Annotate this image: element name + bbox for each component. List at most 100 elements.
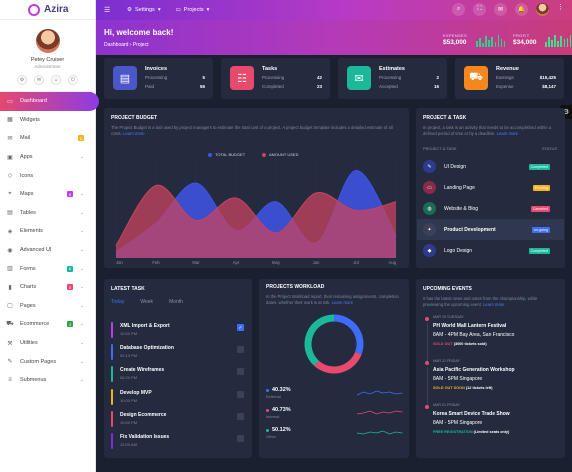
task-checkbox[interactable] bbox=[237, 368, 244, 376]
projects-menu[interactable]: ▭ Projects ▾ bbox=[176, 7, 210, 13]
stat-card-estimates[interactable]: ✉ Estimates Processing 2 Accepted 16 bbox=[338, 58, 447, 99]
sidebar-item-label: Submenus bbox=[20, 377, 47, 384]
event-note-tag: FREE REGISTRATION bbox=[433, 430, 473, 434]
sidebar-item-maps[interactable]: ⌖ Maps 8 ⌄ bbox=[0, 185, 95, 204]
sidebar-item-custom-pages[interactable]: ✎ Custom Pages ⌄ bbox=[0, 352, 95, 371]
icons-icon: ◇ bbox=[7, 173, 13, 180]
settings-label: Settings bbox=[134, 7, 155, 13]
x-tick-label: Jul bbox=[353, 260, 358, 265]
sidebar-item-label: Charts bbox=[20, 284, 37, 291]
sidebar-item-ecommerce[interactable]: ⛟ Ecommerce 3 ⌄ bbox=[0, 315, 95, 334]
list-item: Database Optimization 02:13 PM bbox=[111, 343, 244, 363]
projects-label: Projects bbox=[183, 7, 204, 13]
sidebar-item-label: Apps bbox=[20, 154, 33, 161]
stat-row-value: $8,147 bbox=[542, 84, 556, 89]
donut-slice-external bbox=[333, 314, 364, 355]
task-checkbox[interactable] bbox=[237, 412, 244, 420]
mail-icon[interactable]: ✉ bbox=[34, 75, 44, 85]
sidebar-badge: 3 bbox=[67, 321, 73, 328]
user-icon[interactable]: ☺ bbox=[51, 75, 61, 85]
pt-link[interactable]: Learn more bbox=[497, 131, 518, 136]
task-checkbox[interactable] bbox=[237, 346, 244, 354]
mail-icon: ✉ bbox=[7, 135, 13, 142]
stat-row: Paid 56 bbox=[145, 84, 205, 89]
sidebar-item-label: Utilities bbox=[20, 340, 38, 347]
tab-week[interactable]: Week bbox=[140, 299, 153, 305]
table-row[interactable]: ◆ Logo Design Completed bbox=[417, 240, 564, 261]
events-card: UPCOMING EVENTS It has the latest news a… bbox=[416, 279, 565, 458]
event-date: MAR 21 FRIDAY bbox=[433, 359, 460, 363]
search-icon[interactable]: ⌕ bbox=[452, 3, 465, 16]
sidebar-item-widgets[interactable]: ▦ Widgets bbox=[0, 111, 95, 130]
expenses-value: $53,000 bbox=[443, 39, 467, 46]
workload-value: 40.32% bbox=[272, 387, 291, 393]
event-title: PH World Mall Lantern Festival bbox=[433, 323, 507, 329]
sidebar-item-utilities[interactable]: ⚒ Utilities ⌄ bbox=[0, 334, 95, 353]
task-checkbox[interactable] bbox=[237, 390, 244, 398]
sidebar-item-label: Forms bbox=[20, 265, 36, 272]
task-time: 06:20 PM bbox=[120, 375, 138, 381]
bell-icon[interactable]: 🔔 bbox=[515, 3, 528, 16]
sidebar-item-icons[interactable]: ◇ Icons bbox=[0, 166, 95, 185]
tab-month[interactable]: Month bbox=[169, 299, 183, 305]
donut-slice-other bbox=[304, 314, 335, 366]
task-name: Design Ecommerce bbox=[120, 411, 167, 418]
spark-bar bbox=[482, 43, 484, 47]
power-icon[interactable]: ⏻ bbox=[68, 75, 78, 85]
workload-value-row: 40.32% bbox=[266, 387, 326, 393]
stat-row: Completed 23 bbox=[262, 84, 322, 89]
fullscreen-icon[interactable]: ⛶ bbox=[473, 3, 486, 16]
avatar[interactable] bbox=[536, 3, 549, 16]
sidebar-item-pages[interactable]: ▢ Pages ⌄ bbox=[0, 297, 95, 316]
project-name: Website & Blog bbox=[444, 205, 479, 212]
spark-bar bbox=[548, 37, 550, 47]
workload-value-row: 40.73% bbox=[266, 407, 326, 413]
avatar[interactable] bbox=[35, 29, 60, 53]
spark-bar bbox=[500, 39, 503, 47]
sidebar-item-submenus[interactable]: ≡ Submenus ⌄ bbox=[0, 371, 95, 390]
more-icon[interactable]: ⋮ bbox=[557, 3, 564, 16]
ev-desc: It has the latest news and notes from th… bbox=[423, 296, 557, 308]
breadcrumb[interactable]: Dashboard › Project bbox=[104, 42, 148, 48]
brand-name: Azira bbox=[44, 4, 69, 15]
sidebar-item-dashboard[interactable]: ▭ Dashboard bbox=[0, 92, 99, 111]
sidebar-item-advanced-ui[interactable]: ◉ Advanced UI ⌄ bbox=[0, 241, 95, 260]
sidebar-item-apps[interactable]: ▣ Apps ⌄ bbox=[0, 148, 95, 167]
menu-toggle-icon[interactable]: ☰ bbox=[104, 6, 112, 14]
sidebar-item-forms[interactable]: ▥ Forms 6 ⌄ bbox=[0, 259, 95, 278]
sidebar-item-charts[interactable]: ▮ Charts 5 ⌄ bbox=[0, 278, 95, 297]
stat-card-revenue[interactable]: ⛟ Revenue Earnings $15,425 Expense $8,147 bbox=[455, 58, 564, 99]
tab-today[interactable]: Today bbox=[111, 299, 124, 305]
settings-menu[interactable]: ⚙ Settings ▾ bbox=[127, 7, 161, 13]
stat-row-value: 5 bbox=[202, 75, 205, 80]
task-name: Fix Validation Issues bbox=[120, 434, 170, 440]
settings-icon[interactable]: ⚙ bbox=[17, 75, 27, 85]
spark-bar bbox=[479, 38, 481, 47]
sidebar-item-label: Tables bbox=[20, 209, 36, 216]
table-row[interactable]: ✦ Product Development on-going bbox=[417, 219, 564, 240]
ev-link[interactable]: Learn more bbox=[483, 302, 504, 307]
table-row[interactable]: ✎ UI Design Completed bbox=[417, 156, 564, 177]
chevron-down-icon: ⌄ bbox=[79, 247, 84, 254]
spark-bar bbox=[566, 38, 569, 47]
stat-card-invoices[interactable]: ▤ Invoices Processing 5 Paid 56 bbox=[104, 58, 213, 99]
task-time: 02:13 PM bbox=[120, 353, 138, 359]
sidebar-item-tables[interactable]: ▤ Tables ⌄ bbox=[0, 204, 95, 223]
task-name: XML Import & Export bbox=[120, 323, 170, 329]
map-icon: ⌖ bbox=[8, 190, 12, 197]
table-row[interactable]: ▭ Landing Page Pending bbox=[417, 177, 564, 198]
apps-icon: ▣ bbox=[7, 154, 13, 161]
table-row[interactable]: ◍ Website & Blog Canceled bbox=[417, 198, 564, 219]
stat-row-label: Earnings bbox=[496, 75, 514, 80]
mail-icon[interactable]: ✉ bbox=[494, 3, 507, 16]
stat-row-value: $15,425 bbox=[539, 75, 556, 80]
sidebar-item-mail[interactable]: ✉ Mail 3 bbox=[0, 129, 95, 148]
stat-card-tasks[interactable]: ☷ Tasks Processing 42 Completed 23 bbox=[221, 58, 330, 99]
topbar: ☰ ⚙ Settings ▾ ▭ Projects ▾ ⌕ ⛶ ✉ 🔔 ⋮ bbox=[96, 0, 572, 20]
workload-value: 50.12% bbox=[272, 427, 291, 433]
sidebar-item-label: Icons bbox=[20, 172, 34, 179]
sidebar-item-elements[interactable]: ◈ Elements ⌄ bbox=[0, 222, 95, 241]
brand[interactable]: Azira bbox=[0, 0, 95, 20]
task-checkbox[interactable] bbox=[237, 435, 244, 442]
task-checkbox[interactable]: ✓ bbox=[237, 324, 244, 331]
